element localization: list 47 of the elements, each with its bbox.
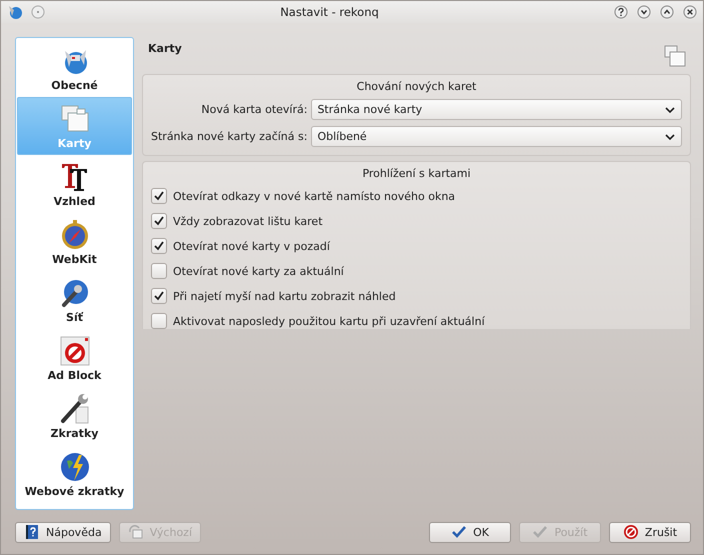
help-book-icon [24, 524, 40, 540]
dropdown[interactable]: Oblíbené [311, 126, 682, 147]
sidebar-item[interactable]: Obecné [17, 39, 132, 97]
checkmark-icon [451, 524, 468, 540]
checkbox-label[interactable]: Při najetí myší nad kartu zobrazit náhled [173, 290, 396, 302]
checkbox-label[interactable]: Otevírat nové karty za aktuální [173, 264, 344, 278]
dialog-button[interactable]: OK [429, 522, 511, 542]
maximize-button[interactable] [660, 5, 674, 19]
sidebar-item[interactable]: Vzhled [17, 155, 132, 213]
cancel-icon [622, 524, 639, 540]
checkbox-label[interactable]: Vždy zobrazovat lištu karet [173, 214, 323, 228]
help-button[interactable] [614, 5, 628, 19]
sidebar-item[interactable]: WebKit [17, 213, 132, 271]
dropdown[interactable]: Stránka nové karty [311, 99, 682, 120]
reset-icon [128, 524, 144, 540]
checkbox-label[interactable]: Aktivovat naposledy použitou kartu při uzavření aktuální [173, 314, 485, 328]
group-title: Prohlížení s kartami [362, 166, 471, 182]
checkbox[interactable] [151, 263, 167, 279]
group-title: Chování nových karet [356, 79, 476, 95]
tabs-icon [663, 44, 687, 68]
sidebar-item[interactable]: Webové zkratky [17, 445, 132, 503]
checkbox-label[interactable]: Otevírat odkazy v nové kartě namísto nového okna [173, 190, 456, 202]
tabs-icon [58, 102, 90, 134]
page-title: Karty [148, 42, 182, 54]
checkbox[interactable] [151, 188, 167, 204]
checkbox[interactable] [151, 213, 167, 229]
globe-lightning-icon [58, 450, 90, 482]
chevron-down-icon [665, 104, 675, 114]
checkbox-label[interactable]: Otevírat nové karty v pozadí [173, 240, 330, 252]
close-button[interactable] [683, 5, 697, 19]
sidebar-item[interactable]: Ad Block [17, 329, 132, 387]
field-label: Stránka nové karty začíná s: [151, 130, 308, 143]
field-label: Nová karta otevírá: [200, 103, 308, 116]
chevron-down-icon [665, 132, 675, 142]
checkbox[interactable] [151, 313, 167, 329]
checkbox[interactable] [151, 238, 167, 254]
wrench-icon [58, 392, 90, 424]
sidebar-item[interactable]: Síť [17, 271, 132, 329]
sidebar-item[interactable]: Zkratky [17, 387, 132, 445]
minimize-button[interactable] [637, 5, 651, 19]
checkbox[interactable] [151, 288, 167, 304]
app-icon[interactable] [7, 4, 23, 20]
dialog-button[interactable]: Nápověda [15, 522, 111, 542]
checkmark-icon [532, 524, 548, 540]
dialog-button[interactable]: Zrušit [609, 522, 691, 542]
window-title: Nastavit - rekonq [279, 5, 380, 19]
blocked-window-icon [58, 334, 90, 366]
